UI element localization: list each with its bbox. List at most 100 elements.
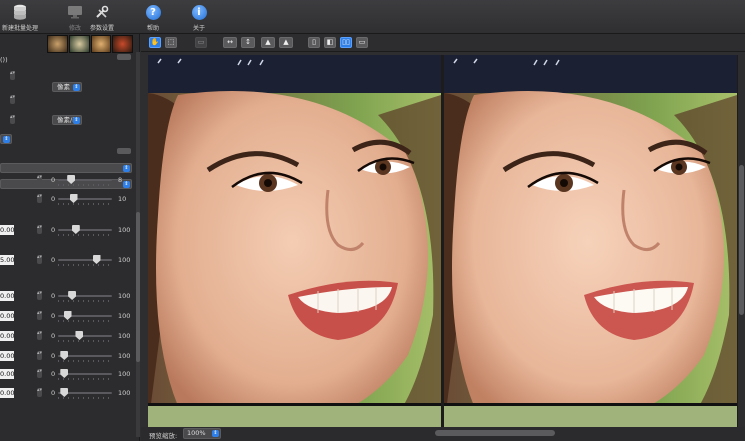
adjustment-slider[interactable]	[58, 311, 112, 322]
single-view-icon[interactable]: ▯	[308, 37, 320, 48]
slider-knob[interactable]	[75, 331, 84, 340]
slider-max-label: 100	[118, 256, 131, 264]
resolution-unit-dropdown[interactable]: 像素/in ⇕	[52, 115, 82, 125]
slider-value-field[interactable]: 0.00	[0, 311, 14, 321]
slider-knob[interactable]	[60, 369, 69, 378]
slider-ticks	[58, 300, 112, 302]
help-button[interactable]: ? 帮助	[144, 3, 162, 32]
slider-knob[interactable]	[60, 388, 69, 397]
slider-knob[interactable]	[68, 291, 77, 300]
scrollbar-thumb[interactable]	[739, 165, 744, 315]
stepper-control[interactable]: ▴▾	[10, 115, 15, 124]
slider-ticks	[58, 184, 112, 186]
adjustment-slider[interactable]	[58, 194, 112, 205]
slider-knob[interactable]	[92, 255, 101, 264]
slider-min-label: 0	[51, 292, 56, 300]
slider-knob[interactable]	[69, 194, 78, 203]
stepper-control[interactable]: ▴▾	[37, 225, 42, 234]
stepper-control[interactable]: ▴▾	[37, 351, 42, 360]
slider-min-label: 0	[51, 195, 56, 203]
stepper-control[interactable]: ▴▾	[37, 369, 42, 378]
slider-ticks	[58, 203, 112, 205]
adjustment-slider[interactable]	[58, 175, 112, 186]
slider-value-field[interactable]: 5.00	[0, 255, 14, 265]
select-icon[interactable]: ⬚	[165, 37, 177, 48]
settings-button[interactable]: 参数设置	[90, 3, 114, 32]
panel-scrollbar[interactable]	[136, 52, 140, 437]
stepper-control[interactable]: ▴▾	[37, 175, 42, 184]
slider-value-field[interactable]: 0.00	[0, 388, 14, 398]
preview-thumbnails	[47, 35, 133, 53]
crop-icon[interactable]: ▭	[195, 37, 207, 48]
panel-option-button[interactable]	[117, 148, 131, 154]
split-view-icon[interactable]: ◧	[324, 37, 336, 48]
stacked-view-icon[interactable]: ▭	[356, 37, 368, 48]
slider-max-label: 100	[118, 370, 131, 378]
unit-dropdown[interactable]: 像素 ⇕	[52, 82, 82, 92]
stepper-control[interactable]: ▴▾	[10, 95, 15, 104]
slider-knob[interactable]	[67, 175, 76, 184]
toolbar-label: 帮助	[146, 25, 159, 32]
slider-value-field[interactable]: 0.00	[0, 291, 14, 301]
new-batch-button[interactable]: 新建批量处理	[2, 3, 38, 32]
preview-scrollbar[interactable]	[738, 55, 745, 427]
stepper-control[interactable]: ▴▾	[37, 331, 42, 340]
thumbnail-image[interactable]	[90, 35, 112, 53]
fit-width-icon[interactable]: ↔	[223, 37, 237, 48]
fit-height-icon[interactable]: ↕	[241, 37, 255, 48]
slider-min-label: 0	[51, 352, 56, 360]
adjustment-slider[interactable]	[58, 351, 112, 362]
slider-track	[58, 229, 112, 231]
slider-max-label: 100	[118, 332, 131, 340]
help-icon: ?	[145, 4, 161, 20]
processed-preview[interactable]	[444, 55, 737, 427]
settings-panel: ()) ▴▾ 像素 ⇕ ▴▾ ▴▾ 像素/in ⇕ ⇕ ⇕ ⇕ ▴▾ 0 8 ▴▾ 0 10 0…	[0, 34, 140, 441]
zoom-dropdown[interactable]: 100% ⇕	[183, 428, 221, 439]
slider-value-field[interactable]: 0.00	[0, 369, 14, 379]
stepper-control[interactable]: ▴▾	[37, 194, 42, 203]
adjustment-slider[interactable]	[58, 255, 112, 266]
about-button[interactable]: i 关于	[190, 3, 208, 32]
slider-max-label: 8	[118, 176, 123, 184]
slider-ticks	[58, 340, 112, 342]
chevron-updown-icon: ⇕	[123, 181, 130, 188]
slider-min-label: 0	[51, 370, 56, 378]
slider-value-field[interactable]: 0.00	[0, 331, 14, 341]
preset-dropdown[interactable]: ⇕	[0, 163, 132, 173]
thumbnail-image[interactable]	[68, 35, 90, 53]
slider-knob[interactable]	[60, 351, 69, 360]
slider-min-label: 0	[51, 312, 56, 320]
slider-value-field[interactable]: 0.00	[0, 225, 14, 235]
stepper-control[interactable]: ▴▾	[37, 291, 42, 300]
image-alt-icon[interactable]: ▲	[279, 37, 293, 48]
modify-button[interactable]: 修改	[66, 3, 84, 32]
app-window: 新建批量处理 修改 参数设置 ? 帮助 i 关于 ()) ▴▾ 像素 ⇕ ▴▾ …	[0, 0, 745, 441]
slider-knob[interactable]	[71, 225, 80, 234]
adjustment-slider[interactable]	[58, 388, 112, 399]
adjustment-slider[interactable]	[58, 369, 112, 380]
adjustment-slider[interactable]	[58, 291, 112, 302]
thumbnail-image[interactable]	[112, 35, 133, 53]
scrollbar-thumb[interactable]	[136, 212, 140, 362]
thumbnail-image[interactable]	[47, 35, 68, 53]
adjustment-slider[interactable]	[58, 331, 112, 342]
toolbar-label: 新建批量处理	[2, 25, 39, 32]
hand-icon[interactable]: ✋	[149, 37, 161, 48]
stepper-control[interactable]: ▴▾	[37, 311, 42, 320]
slider-value-field[interactable]: 0.00	[0, 351, 14, 361]
side-by-side-icon[interactable]: ▯▯	[340, 37, 352, 48]
option-dropdown[interactable]: ⇕	[0, 134, 12, 144]
slider-ticks	[58, 320, 112, 322]
panel-option-button[interactable]	[117, 54, 131, 60]
original-preview[interactable]	[148, 55, 441, 427]
stepper-control[interactable]: ▴▾	[37, 388, 42, 397]
slider-knob[interactable]	[63, 311, 72, 320]
image-icon[interactable]: ▲	[261, 37, 275, 48]
adjustment-slider[interactable]	[58, 225, 112, 236]
horizontal-scrollbar[interactable]	[435, 430, 555, 436]
chevron-updown-icon: ⇕	[73, 84, 80, 91]
stepper-control[interactable]: ▴▾	[10, 71, 15, 80]
toolbar-label: 关于	[192, 25, 205, 32]
monitor-icon	[66, 3, 84, 21]
stepper-control[interactable]: ▴▾	[37, 255, 42, 264]
